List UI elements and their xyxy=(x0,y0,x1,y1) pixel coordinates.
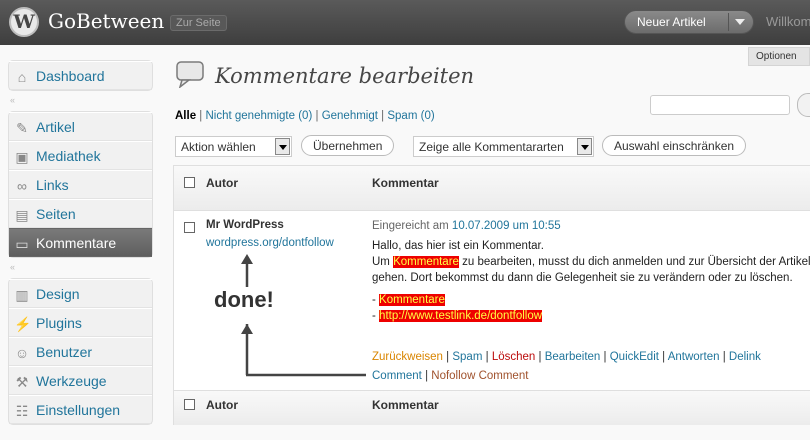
filter-all[interactable]: Alle xyxy=(175,110,196,122)
search-input[interactable] xyxy=(650,95,790,115)
list-item: - Kommentare xyxy=(372,294,445,306)
chevron-down-icon[interactable] xyxy=(577,138,592,155)
new-post-label[interactable]: Neuer Artikel xyxy=(637,15,706,29)
divider xyxy=(728,13,729,31)
select-all-checkbox[interactable] xyxy=(184,399,195,410)
menu-item-design[interactable]: ▥ Design xyxy=(9,279,152,308)
filter-pending[interactable]: Nicht genehmigte (0) xyxy=(206,110,313,122)
reply-link[interactable]: Antworten xyxy=(668,351,720,363)
table-footer: Autor Kommentar xyxy=(174,390,810,425)
tools-icon: ⚒ xyxy=(15,374,29,390)
comment-text: Um Kommentare zu bearbeiten, musst du di… xyxy=(372,256,810,284)
filter-approved[interactable]: Genehmigt xyxy=(322,110,378,122)
quickedit-link[interactable]: QuickEdit xyxy=(610,351,659,363)
annotation-arrows xyxy=(241,254,366,377)
annotation-label: done! xyxy=(214,287,274,312)
users-icon: ☺ xyxy=(14,345,30,361)
wordpress-logo-icon: W xyxy=(9,7,39,37)
menu-item-links[interactable]: ∞ Links xyxy=(9,170,152,199)
menu-separator[interactable]: « xyxy=(10,95,15,105)
menu-item-werkzeuge[interactable]: ⚒ Werkzeuge xyxy=(9,366,152,395)
column-author: Autor xyxy=(206,176,238,190)
dashboard-icon: ⌂ xyxy=(17,69,27,85)
appearance-icon: ▥ xyxy=(15,287,29,303)
page-title: Kommentare bearbeiten xyxy=(215,64,475,88)
menu-item-plugins[interactable]: ⚡ Plugins xyxy=(9,308,152,337)
media-icon: ▣ xyxy=(15,149,29,165)
column-comment: Kommentar xyxy=(372,398,439,412)
chevron-down-icon[interactable] xyxy=(735,19,745,25)
column-author: Autor xyxy=(206,398,238,412)
pin-icon: ✎ xyxy=(16,120,28,136)
pages-icon: ▤ xyxy=(15,207,29,223)
row-actions: Zurückweisen | Spam | Löschen | Bearbeit… xyxy=(372,351,761,382)
apply-button[interactable]: Übernehmen xyxy=(301,135,395,156)
select-all-checkbox[interactable] xyxy=(184,177,195,188)
menu-separator[interactable]: « xyxy=(10,262,15,272)
comment-content: Eingereicht am 10.07.2009 um 10:55 Hallo… xyxy=(372,218,810,324)
comments-table: Autor Kommentar Mr WordPress wordpress.o… xyxy=(173,165,810,425)
site-title[interactable]: GoBetween xyxy=(48,9,164,33)
comment-link-list: - Kommentare - http://www.testlink.de/do… xyxy=(372,292,810,324)
menu-item-seiten[interactable]: ▤ Seiten xyxy=(9,199,152,228)
menu-item-mediathek[interactable]: ▣ Mediathek xyxy=(9,141,152,170)
edit-link[interactable]: Bearbeiten xyxy=(545,351,601,363)
list-item: - http://www.testlink.de/dontfollow xyxy=(372,310,543,322)
status-filter: Alle | Nicht genehmigte (0) | Genehmigt … xyxy=(175,110,435,122)
menu-item-einstellungen[interactable]: ☷ Einstellungen xyxy=(9,395,152,424)
menu-group-dashboard: ⌂ Dashboard xyxy=(8,60,153,91)
comment-type-select[interactable]: Zeige alle Kommentararten xyxy=(413,136,594,157)
menu-item-benutzer[interactable]: ☺ Benutzer xyxy=(9,337,152,366)
menu-item-kommentare[interactable]: ▭ Kommentare xyxy=(9,228,152,257)
comment-date-link[interactable]: 10.07.2009 um 10:55 xyxy=(452,220,561,232)
welcome-text: Willkom xyxy=(766,14,810,29)
comment-icon: ▭ xyxy=(15,236,29,252)
admin-header: W GoBetween Zur Seite Neuer Artikel Will… xyxy=(0,0,810,45)
filter-spam[interactable]: Spam (0) xyxy=(387,110,434,122)
favorite-actions-button[interactable]: Neuer Artikel xyxy=(624,10,754,34)
delete-link[interactable]: Löschen xyxy=(492,351,535,363)
table-row: Mr WordPress wordpress.org/dontfollow do… xyxy=(174,212,810,392)
comment-line: Hallo, das hier ist ein Kommentar. xyxy=(372,240,544,252)
bulk-action-select[interactable]: Aktion wählen xyxy=(175,136,292,157)
filter-button[interactable]: Auswahl einschränken xyxy=(602,135,747,156)
comment-link[interactable]: http://www.testlink.de/dontfollow xyxy=(379,310,543,322)
table-header: Autor Kommentar xyxy=(174,166,810,211)
view-site-button[interactable]: Zur Seite xyxy=(170,15,227,31)
spam-link[interactable]: Spam xyxy=(452,351,482,363)
search-button[interactable] xyxy=(797,93,810,117)
comment-link[interactable]: Kommentare xyxy=(393,256,459,268)
chevron-down-icon[interactable] xyxy=(275,138,290,155)
unapprove-link[interactable]: Zurückweisen xyxy=(372,351,443,363)
menu-item-artikel[interactable]: ✎ Artikel xyxy=(9,112,152,141)
menu-group-content: ✎ Artikel ▣ Mediathek ∞ Links ▤ Seiten ▭… xyxy=(8,111,153,258)
screen-options-tab[interactable]: Optionen xyxy=(748,47,810,66)
comment-link[interactable]: Kommentare xyxy=(379,294,445,306)
menu-item-dashboard[interactable]: ⌂ Dashboard xyxy=(9,61,152,90)
settings-icon: ☷ xyxy=(15,403,29,419)
column-comment: Kommentar xyxy=(372,176,439,190)
link-icon: ∞ xyxy=(17,178,27,194)
plugin-icon: ⚡ xyxy=(14,316,32,332)
nofollow-comment-link[interactable]: Nofollow Comment xyxy=(431,370,528,382)
comment-meta: Eingereicht am 10.07.2009 um 10:55 xyxy=(372,220,561,232)
comments-page-icon xyxy=(176,61,204,88)
menu-group-admin: ▥ Design ⚡ Plugins ☺ Benutzer ⚒ Werkzeug… xyxy=(8,278,153,425)
